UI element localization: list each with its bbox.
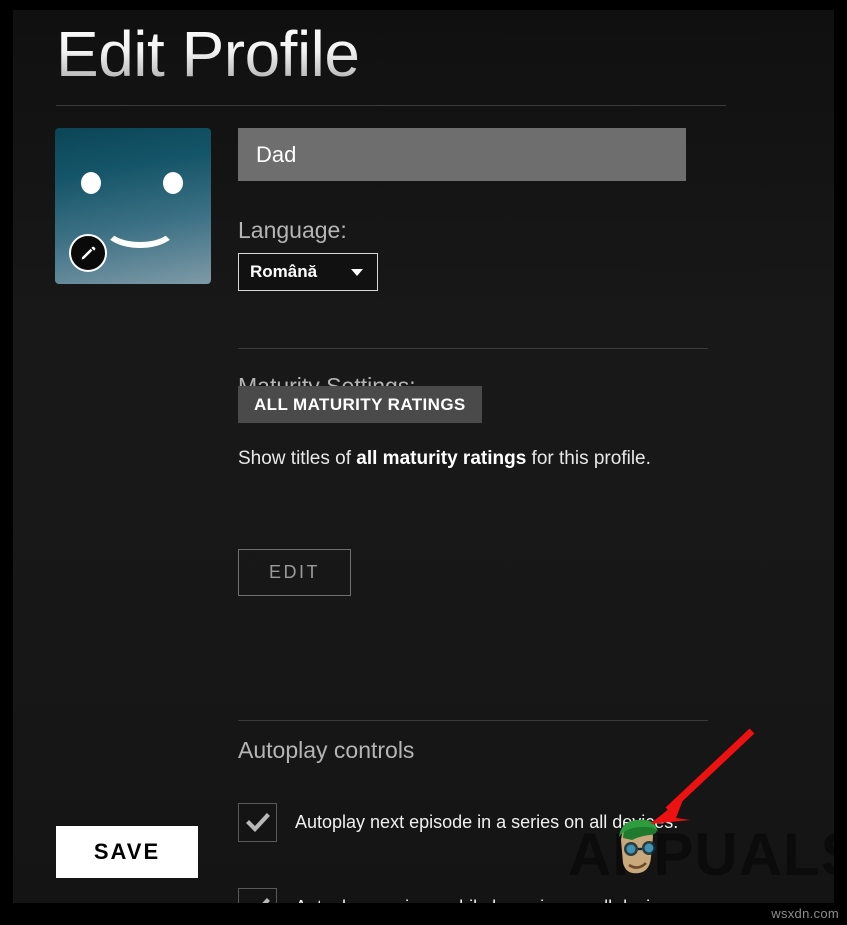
divider-title	[56, 105, 726, 106]
maturity-rating-badge: ALL MATURITY RATINGS	[238, 386, 482, 423]
edit-maturity-button[interactable]: EDIT	[238, 549, 351, 596]
check-icon	[245, 895, 271, 904]
language-select[interactable]: Română	[238, 253, 378, 291]
avatar-smile	[102, 206, 178, 248]
autoplay-previews-checkbox[interactable]	[238, 888, 277, 903]
divider-maturity	[238, 720, 708, 721]
autoplay-label: Autoplay controls	[238, 737, 834, 764]
maturity-description-suffix: for this profile.	[526, 448, 651, 469]
screenshot-root: Edit Profile Language: Română	[0, 0, 847, 925]
avatar-eye-left	[81, 172, 101, 194]
avatar-eye-right	[163, 172, 183, 194]
divider-language	[238, 348, 708, 349]
maturity-description: Show titles of all maturity ratings for …	[238, 448, 651, 470]
avatar[interactable]	[55, 128, 211, 284]
pencil-icon[interactable]	[69, 234, 107, 272]
maturity-description-prefix: Show titles of	[238, 448, 356, 469]
autoplay-previews-label: Autoplay previews while browsing on all …	[295, 897, 683, 903]
edit-profile-panel: Edit Profile Language: Română	[13, 10, 834, 903]
language-selected-value: Română	[250, 262, 317, 282]
list-item[interactable]: Autoplay next episode in a series on all…	[238, 803, 834, 842]
autoplay-next-episode-checkbox[interactable]	[238, 803, 277, 842]
page-title: Edit Profile	[56, 18, 359, 92]
check-icon	[245, 810, 271, 836]
site-credit: wsxdn.com	[771, 906, 839, 921]
maturity-description-strong: all maturity ratings	[356, 448, 526, 469]
language-label: Language:	[238, 217, 834, 244]
autoplay-next-episode-label: Autoplay next episode in a series on all…	[295, 812, 678, 833]
list-item[interactable]: Autoplay previews while browsing on all …	[238, 888, 834, 903]
chevron-down-icon	[351, 269, 363, 276]
save-button[interactable]: SAVE	[56, 826, 198, 878]
profile-name-input[interactable]	[238, 128, 686, 181]
